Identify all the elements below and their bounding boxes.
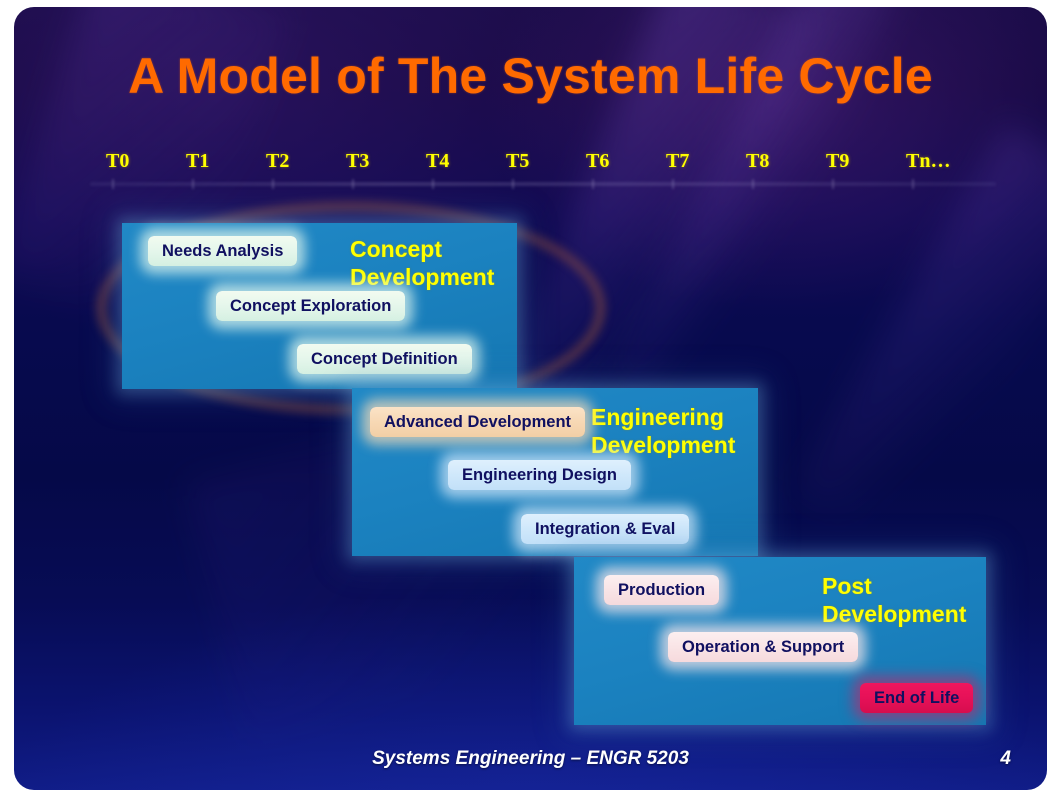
timeline-tick-tnn: Tn… [906, 150, 951, 172]
timeline-axis-notch [512, 179, 514, 189]
phase-title-post-development: Post Development [822, 573, 967, 628]
phase-title-concept-development: Concept Development [350, 236, 495, 291]
timeline-axis-line [90, 179, 996, 189]
activity-production[interactable]: Production [604, 575, 720, 605]
activity-engineering-design[interactable]: Engineering Design [448, 460, 631, 490]
timeline-tick-t0: T0 [106, 150, 130, 172]
phase-title-engineering-development: Engineering Development [591, 404, 736, 459]
slide-title: A Model of The System Life Cycle [128, 48, 933, 104]
activity-advanced-development[interactable]: Advanced Development [370, 407, 586, 437]
footer-page-number: 4 [1000, 748, 1011, 769]
timeline-axis-notch [432, 179, 434, 189]
timeline-axis-notch [832, 179, 834, 189]
activity-operation-and-support[interactable]: Operation & Support [668, 632, 859, 662]
timeline-axis-notch [352, 179, 354, 189]
timeline-tick-t3: T3 [346, 150, 370, 172]
activity-integration-and-eval[interactable]: Integration & Eval [521, 514, 690, 544]
timeline: T0 T1 T2 T3 T4 T5 T6 T7 T8 T9 Tn… [90, 150, 996, 192]
footer-course-label: Systems Engineering – ENGR 5203 [372, 748, 689, 769]
slide-canvas: A Model of The System Life Cycle T0 T1 T2 T… [14, 7, 1047, 790]
timeline-tick-t9: T9 [826, 150, 850, 172]
timeline-tick-t1: T1 [186, 150, 210, 172]
timeline-axis-notch [112, 179, 114, 189]
timeline-tick-t8: T8 [746, 150, 770, 172]
timeline-axis-notch [672, 179, 674, 189]
timeline-axis-notch [192, 179, 194, 189]
activity-needs-analysis[interactable]: Needs Analysis [148, 236, 298, 266]
timeline-tick-t7: T7 [666, 150, 690, 172]
timeline-axis-notch [272, 179, 274, 189]
timeline-tick-t6: T6 [586, 150, 610, 172]
timeline-tick-t5: T5 [506, 150, 530, 172]
timeline-axis-notch [912, 179, 914, 189]
activity-end-of-life[interactable]: End of Life [860, 683, 974, 713]
timeline-tick-list: T0 T1 T2 T3 T4 T5 T6 T7 T8 T9 Tn… [106, 150, 986, 173]
timeline-tick-t2: T2 [266, 150, 290, 172]
timeline-axis-notch [592, 179, 594, 189]
activity-concept-definition[interactable]: Concept Definition [297, 344, 472, 374]
timeline-tick-t4: T4 [426, 150, 450, 172]
activity-concept-exploration[interactable]: Concept Exploration [216, 291, 406, 321]
timeline-axis-notch [752, 179, 754, 189]
